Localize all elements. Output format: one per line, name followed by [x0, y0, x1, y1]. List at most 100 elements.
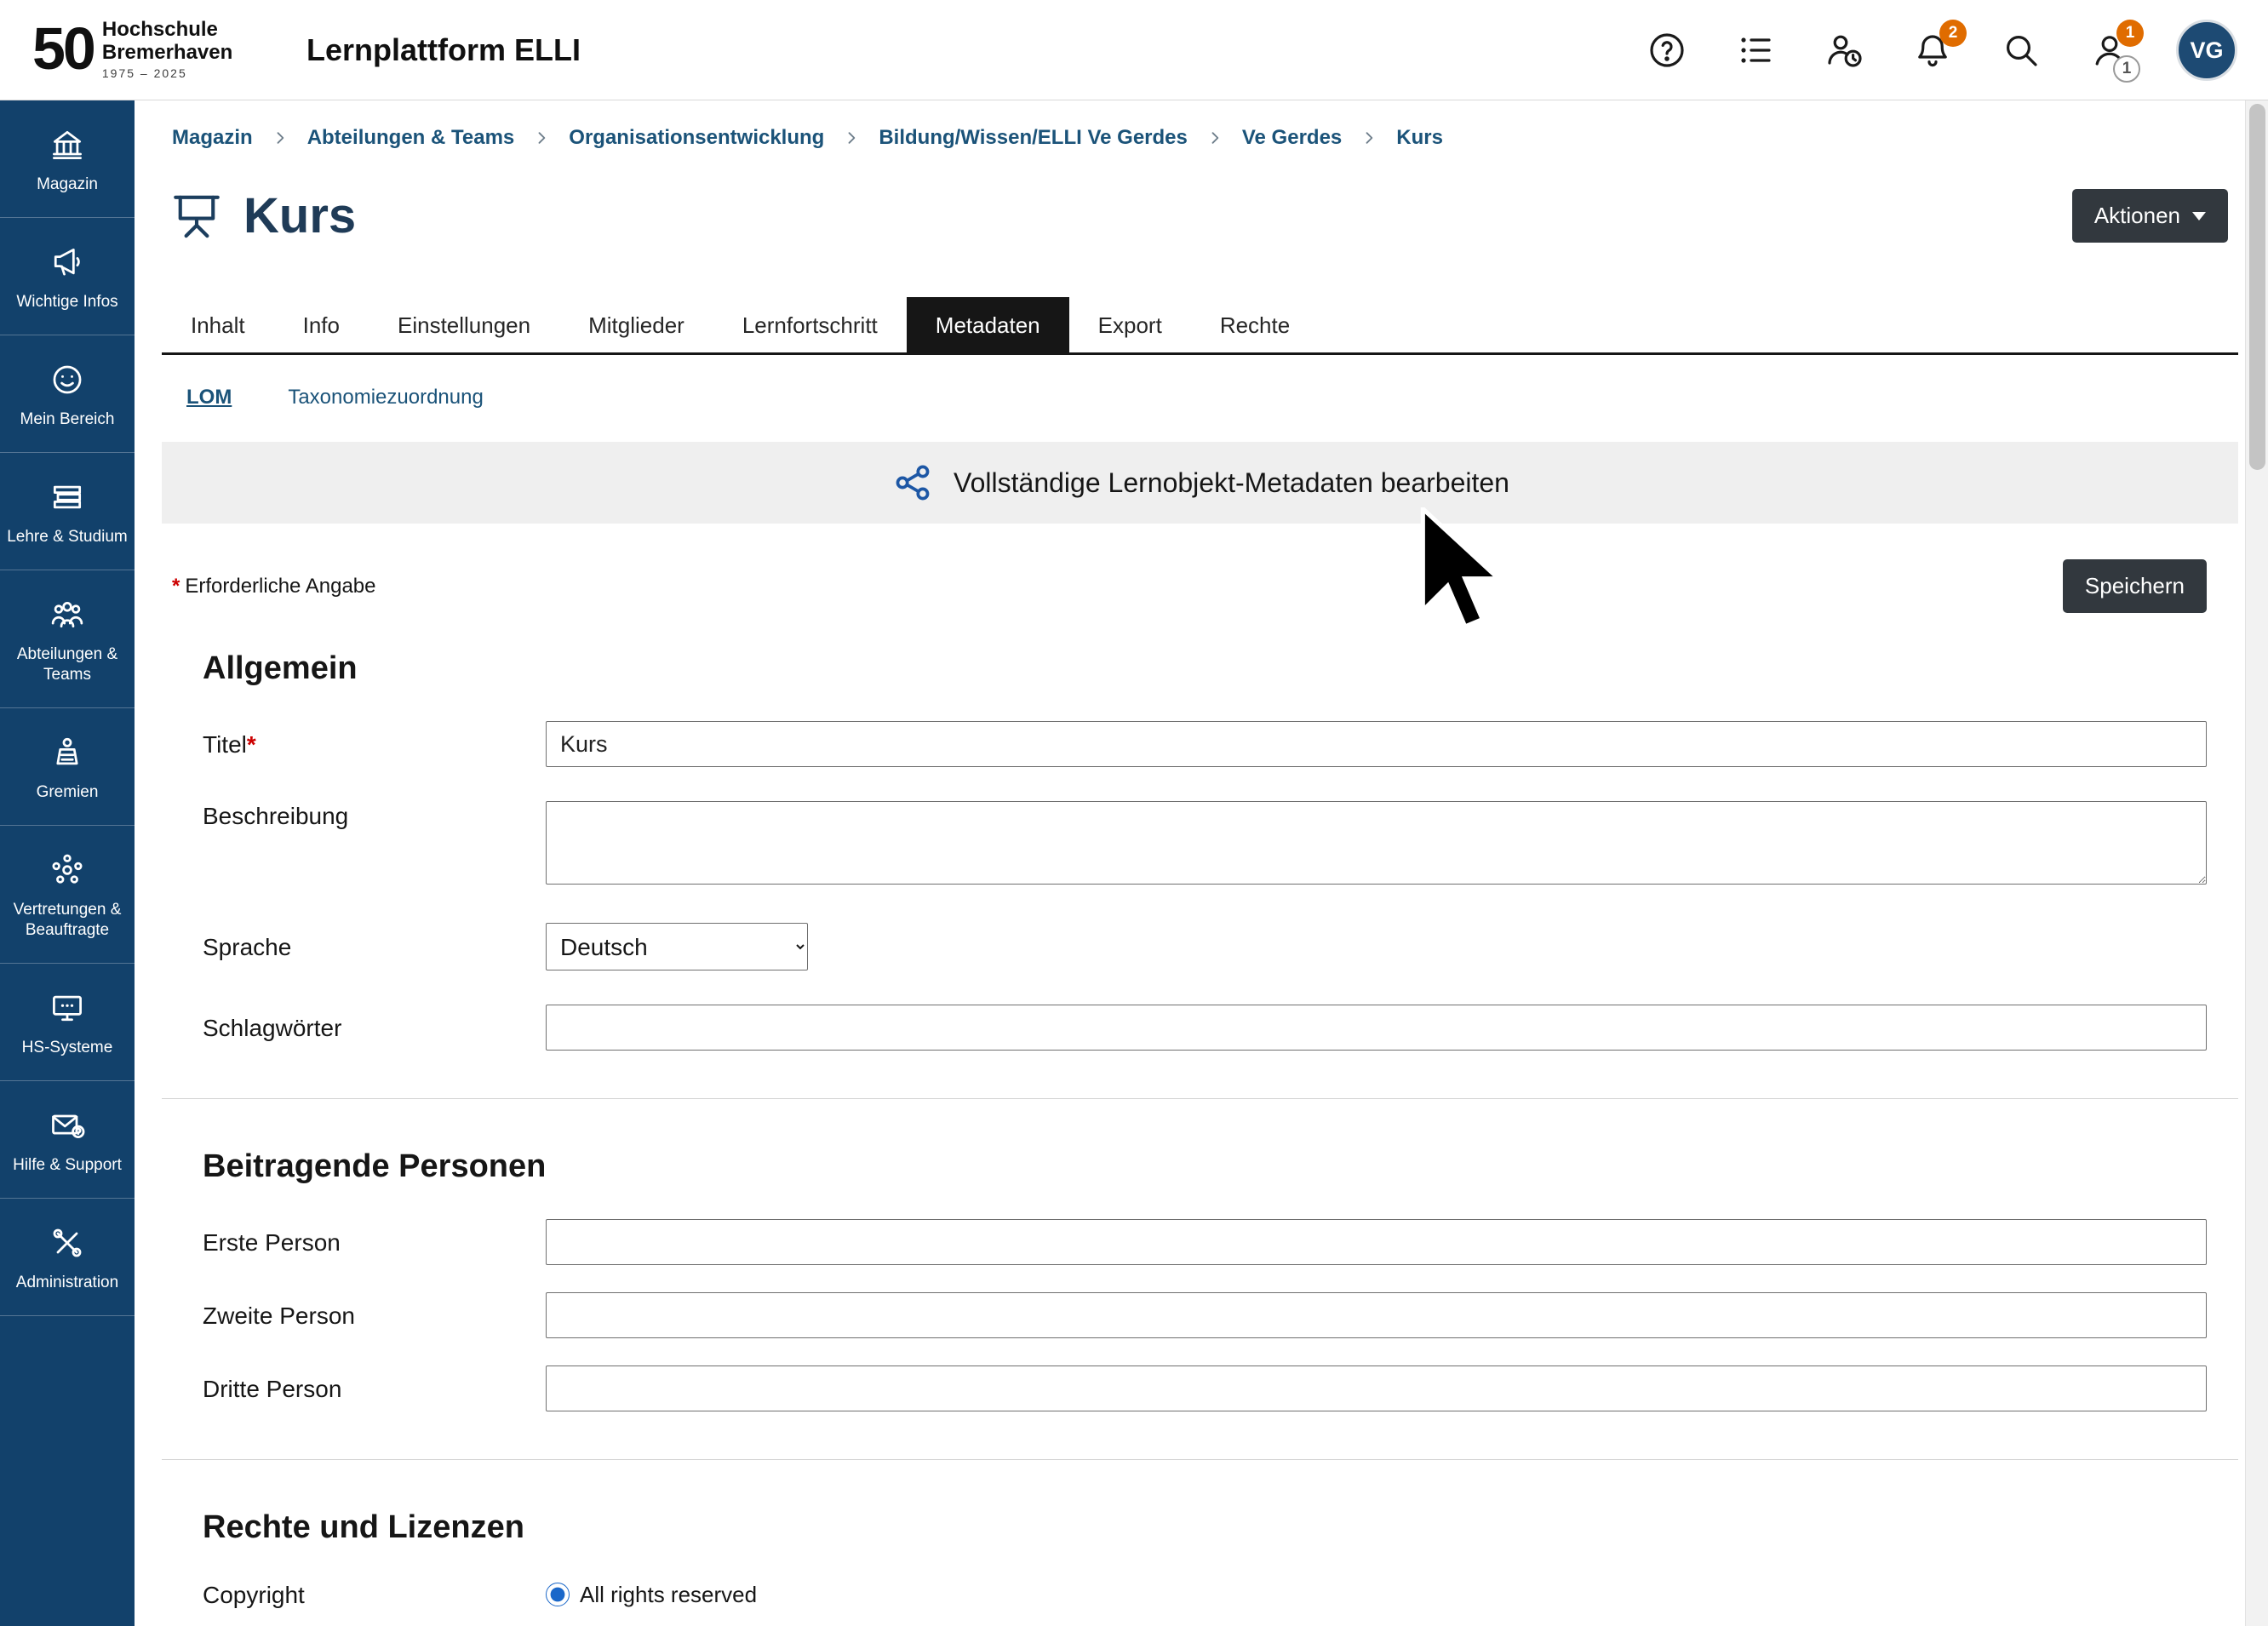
breadcrumb: Magazin Abteilungen & Teams Organisation…: [135, 100, 2245, 150]
tab-inhalt[interactable]: Inhalt: [162, 297, 274, 352]
tab-lernfortschritt[interactable]: Lernfortschritt: [713, 297, 907, 352]
caret-down-icon: [2192, 212, 2206, 220]
edit-full-metadata-banner[interactable]: Vollständige Lernobjekt-Metadaten bearbe…: [162, 442, 2238, 524]
logo-line2: Bremerhaven: [102, 41, 232, 64]
main-content: Magazin Abteilungen & Teams Organisation…: [135, 100, 2245, 1626]
sprache-label: Sprache: [203, 932, 546, 961]
form-row-erste-person: Erste Person: [203, 1219, 2245, 1265]
breadcrumb-item[interactable]: Magazin: [172, 126, 253, 150]
tab-bar: Inhalt Info Einstellungen Mitglieder Ler…: [162, 297, 2238, 355]
books-icon: [49, 478, 86, 516]
chevron-right-icon: [1206, 129, 1223, 146]
user-avatar[interactable]: VG: [2176, 20, 2237, 81]
sidebar-item-label: Abteilungen & Teams: [5, 644, 129, 685]
chevron-right-icon: [533, 129, 550, 146]
copyright-radio-all-rights-reserved[interactable]: [546, 1583, 570, 1606]
erste-person-input[interactable]: [546, 1219, 2207, 1265]
app-title: Lernplattform ELLI: [306, 0, 581, 100]
erste-person-label: Erste Person: [203, 1228, 546, 1257]
sidebar-item-label: Vertretungen & Beauftragte: [5, 900, 129, 941]
page-title-row: Kurs Aktionen: [169, 186, 2228, 246]
sidebar-item-label: HS-Systeme: [5, 1038, 129, 1058]
tab-info[interactable]: Info: [274, 297, 369, 352]
dritte-person-label: Dritte Person: [203, 1374, 546, 1403]
monitor-icon: [49, 989, 86, 1027]
sidebar-item-vertretungen-beauftragte[interactable]: Vertretungen & Beauftragte: [0, 826, 135, 964]
section-divider: [162, 1098, 2238, 1099]
form-row-copyright: Copyright All rights reserved: [203, 1580, 2245, 1609]
sidebar-item-mein-bereich[interactable]: Mein Bereich: [0, 335, 135, 453]
course-icon: [169, 186, 225, 246]
chevron-right-icon: [1360, 129, 1377, 146]
sidebar-item-hs-systeme[interactable]: HS-Systeme: [0, 964, 135, 1081]
form-row-beschreibung: Beschreibung: [203, 801, 2245, 889]
scrollbar-thumb[interactable]: [2249, 104, 2265, 470]
titel-input[interactable]: [546, 721, 2207, 767]
edit-full-metadata-label: Vollständige Lernobjekt-Metadaten bearbe…: [954, 467, 1509, 499]
schlagwoerter-label: Schlagwörter: [203, 1013, 546, 1042]
sidebar-item-label: Lehre & Studium: [5, 527, 129, 547]
beschreibung-label: Beschreibung: [203, 801, 546, 830]
required-star: *: [172, 575, 180, 598]
sidebar-item-gremien[interactable]: Gremien: [0, 708, 135, 826]
titel-required-star: *: [247, 731, 256, 758]
sidebar-item-abteilungen-teams[interactable]: Abteilungen & Teams: [0, 570, 135, 708]
contacts-badge-secondary: 1: [2113, 55, 2140, 83]
megaphone-icon: [49, 243, 86, 281]
section-divider: [162, 1459, 2238, 1460]
contacts-icon[interactable]: 1 1: [2088, 28, 2132, 72]
section-heading-rechte: Rechte und Lizenzen: [203, 1509, 2245, 1546]
subtab-lom[interactable]: LOM: [186, 386, 232, 409]
people-network-icon: [49, 851, 86, 889]
form-row-schlagwoerter: Schlagwörter: [203, 1005, 2245, 1051]
breadcrumb-item[interactable]: Ve Gerdes: [1242, 126, 1342, 150]
form-row-titel: Titel*: [203, 721, 2245, 767]
tab-export[interactable]: Export: [1069, 297, 1191, 352]
tab-rechte[interactable]: Rechte: [1191, 297, 1319, 352]
schlagwoerter-input[interactable]: [546, 1005, 2207, 1051]
section-heading-beitragende: Beitragende Personen: [203, 1148, 2245, 1185]
user-clock-icon[interactable]: [1822, 28, 1866, 72]
help-icon[interactable]: [1645, 28, 1689, 72]
chevron-right-icon: [843, 129, 860, 146]
section-heading-allgemein: Allgemein: [203, 650, 2245, 687]
lectern-icon: [49, 734, 86, 771]
notifications-bell-icon[interactable]: 2: [1910, 28, 1955, 72]
sidebar-item-lehre-studium[interactable]: Lehre & Studium: [0, 453, 135, 570]
actions-button-label: Aktionen: [2094, 203, 2180, 229]
bell-badge: 2: [1939, 20, 1967, 47]
top-header: 50 Hochschule Bremerhaven 1975 – 2025 Le…: [0, 0, 2268, 100]
breadcrumb-item[interactable]: Kurs: [1396, 126, 1443, 150]
tab-mitglieder[interactable]: Mitglieder: [559, 297, 713, 352]
sidebar-item-administration[interactable]: Administration: [0, 1199, 135, 1316]
breadcrumb-item[interactable]: Abteilungen & Teams: [307, 126, 515, 150]
dritte-person-input[interactable]: [546, 1365, 2207, 1411]
bank-icon: [49, 126, 86, 163]
save-button[interactable]: Speichern: [2063, 559, 2207, 613]
list-icon[interactable]: [1733, 28, 1778, 72]
subtab-taxonomiezuordnung[interactable]: Taxonomiezuordnung: [288, 386, 484, 409]
tab-einstellungen[interactable]: Einstellungen: [369, 297, 559, 352]
sprache-select[interactable]: Deutsch: [546, 923, 808, 970]
actions-button[interactable]: Aktionen: [2072, 189, 2228, 243]
copyright-option-label: All rights reserved: [580, 1582, 757, 1608]
logo-line1: Hochschule: [102, 18, 232, 41]
form-row-sprache: Sprache Deutsch: [203, 923, 2245, 970]
sidebar-item-label: Hilfe & Support: [5, 1155, 129, 1176]
contacts-badge: 1: [2116, 20, 2144, 47]
tab-metadaten[interactable]: Metadaten: [907, 297, 1069, 352]
required-note: *Erforderliche Angabe: [172, 575, 376, 598]
sidebar-item-magazin[interactable]: Magazin: [0, 100, 135, 218]
sidebar-item-label: Administration: [5, 1273, 129, 1293]
sidebar-item-hilfe-support[interactable]: Hilfe & Support: [0, 1081, 135, 1199]
chevron-right-icon: [272, 129, 289, 146]
zweite-person-label: Zweite Person: [203, 1301, 546, 1330]
beschreibung-textarea[interactable]: [546, 801, 2207, 885]
breadcrumb-item[interactable]: Organisationsentwicklung: [569, 126, 824, 150]
page-title: Kurs: [243, 187, 356, 244]
mail-help-icon: [49, 1107, 86, 1144]
search-icon[interactable]: [1999, 28, 2043, 72]
sidebar-item-wichtige-infos[interactable]: Wichtige Infos: [0, 218, 135, 335]
breadcrumb-item[interactable]: Bildung/Wissen/ELLI Ve Gerdes: [879, 126, 1188, 150]
zweite-person-input[interactable]: [546, 1292, 2207, 1338]
